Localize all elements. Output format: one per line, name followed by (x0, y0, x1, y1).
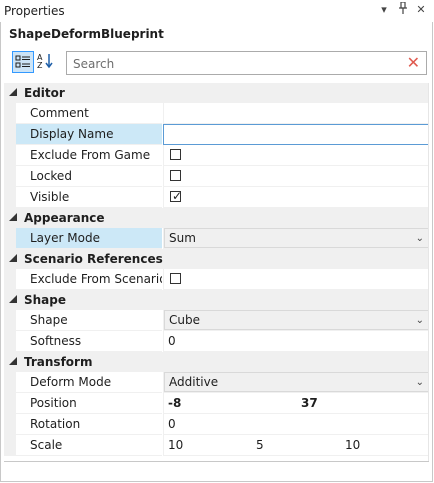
categorized-view-button[interactable] (12, 51, 34, 73)
property-row-position[interactable]: Position -8 37 (4, 393, 429, 414)
search-box[interactable]: ✕ (66, 51, 427, 75)
category-shape[interactable]: Shape (4, 290, 429, 310)
rotation-field[interactable]: 0 (163, 414, 429, 435)
collapse-icon[interactable] (9, 213, 17, 221)
panel-title: Properties (4, 4, 65, 18)
position-field[interactable]: -8 37 (163, 393, 429, 414)
property-row-layer-mode[interactable]: Layer Mode Sum ⌄ (4, 228, 429, 249)
category-transform[interactable]: Transform (4, 352, 429, 372)
property-label: Scale (16, 435, 162, 456)
title-bar: Properties ▾ ✕ (0, 0, 434, 22)
categorized-icon (15, 55, 30, 68)
chevron-down-icon: ⌄ (415, 233, 424, 244)
category-label: Editor (24, 86, 65, 100)
checkmark-icon: ✓ (172, 189, 183, 203)
property-label: Shape (16, 310, 162, 331)
object-name: ShapeDeformBlueprint (9, 27, 164, 41)
property-row-scale[interactable]: Scale 10 5 10 (4, 435, 429, 456)
property-grid: Editor Comment Display Name Exclude From… (4, 83, 429, 456)
chevron-down-icon: ⌄ (415, 315, 424, 326)
softness-field[interactable]: 0 (163, 331, 429, 352)
category-label: Appearance (24, 211, 105, 225)
sort-alpha-icon: A Z (37, 53, 53, 70)
property-row-comment[interactable]: Comment (4, 103, 429, 124)
chevron-down-icon: ⌄ (415, 377, 424, 388)
property-label: Deform Mode (16, 372, 162, 393)
property-row-display-name[interactable]: Display Name (4, 124, 429, 145)
dropdown-value: Cube (169, 313, 200, 327)
property-label: Display Name (16, 124, 162, 145)
property-label: Rotation (16, 414, 162, 435)
property-row-locked[interactable]: Locked (4, 166, 429, 187)
deform-mode-dropdown[interactable]: Additive ⌄ (164, 372, 429, 392)
category-label: Scenario References (24, 252, 163, 266)
scale-x[interactable]: 10 (168, 435, 183, 455)
position-y[interactable]: 37 (301, 393, 318, 413)
position-x[interactable]: -8 (168, 393, 181, 413)
property-row-shape[interactable]: Shape Cube ⌄ (4, 310, 429, 331)
property-row-exclude-from-game[interactable]: Exclude From Game (4, 145, 429, 166)
property-label: Softness (16, 331, 162, 352)
property-label: Layer Mode (16, 228, 162, 249)
property-label: Position (16, 393, 162, 414)
property-label: Visible (16, 187, 162, 208)
window-menu-icon[interactable]: ▾ (376, 2, 392, 18)
dropdown-value: Sum (169, 231, 196, 245)
clear-search-icon[interactable]: ✕ (407, 53, 420, 73)
category-scenario-references[interactable]: Scenario References (4, 249, 429, 269)
category-editor[interactable]: Editor (4, 83, 429, 103)
scale-z[interactable]: 10 (345, 435, 360, 455)
search-input[interactable] (71, 55, 395, 73)
grid-right-border (428, 83, 429, 461)
exclude-from-scenario-checkbox[interactable] (170, 273, 181, 284)
property-row-softness[interactable]: Softness 0 (4, 331, 429, 352)
category-appearance[interactable]: Appearance (4, 208, 429, 228)
close-icon[interactable]: ✕ (413, 2, 429, 18)
comment-field[interactable] (163, 103, 429, 124)
collapse-icon[interactable] (9, 254, 17, 262)
category-label: Shape (24, 293, 67, 307)
property-label: Exclude From Game (16, 145, 162, 166)
layer-mode-dropdown[interactable]: Sum ⌄ (164, 228, 429, 248)
property-row-deform-mode[interactable]: Deform Mode Additive ⌄ (4, 372, 429, 393)
display-name-field[interactable] (163, 124, 429, 145)
pin-icon[interactable] (395, 1, 411, 18)
exclude-from-game-checkbox[interactable] (170, 149, 181, 160)
property-label: Comment (16, 103, 162, 124)
shape-dropdown[interactable]: Cube ⌄ (164, 310, 429, 330)
collapse-icon[interactable] (9, 88, 17, 96)
category-label: Transform (24, 355, 93, 369)
property-row-rotation[interactable]: Rotation 0 (4, 414, 429, 435)
scale-field[interactable]: 10 5 10 (163, 435, 429, 456)
collapse-icon[interactable] (9, 357, 17, 365)
scale-y[interactable]: 5 (256, 435, 264, 455)
alphabetical-view-button[interactable]: A Z (35, 51, 57, 73)
grid-bottom-border (4, 461, 429, 462)
property-row-visible[interactable]: Visible ✓ (4, 187, 429, 208)
visible-checkbox[interactable]: ✓ (170, 189, 183, 203)
property-label: Exclude From Scenario... (16, 269, 162, 290)
dropdown-value: Additive (169, 375, 219, 389)
property-row-exclude-from-scenario[interactable]: Exclude From Scenario... (4, 269, 429, 290)
collapse-icon[interactable] (9, 295, 17, 303)
svg-text:Z: Z (37, 61, 43, 70)
property-label: Locked (16, 166, 162, 187)
locked-checkbox[interactable] (170, 170, 181, 181)
